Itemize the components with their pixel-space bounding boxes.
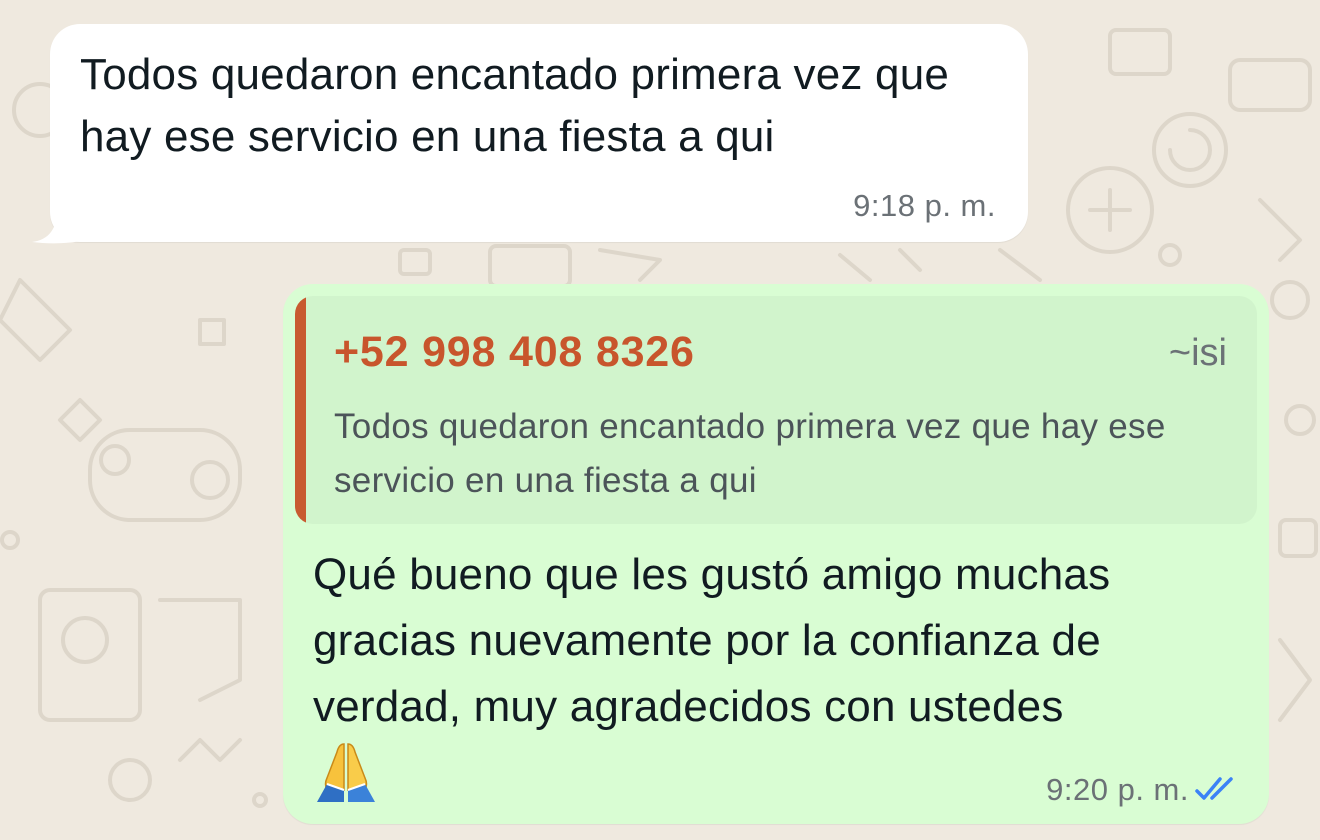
incoming-message-bubble[interactable]: Todos quedaron encantado primera vez que… xyxy=(50,24,1028,242)
incoming-message-time: 9:18 p. m. xyxy=(853,188,996,223)
quote-author-phone: +52 998 408 8326 xyxy=(334,328,695,376)
folded-hands-emoji xyxy=(317,743,375,802)
outgoing-message-time: 9:20 p. m. xyxy=(1046,772,1189,807)
double-check-read-icon xyxy=(1195,777,1233,800)
quote-author-pushname: ~isi xyxy=(1168,332,1227,374)
quote-accent-bar xyxy=(295,296,306,524)
quoted-message[interactable]: +52 998 408 8326 ~isi Todos quedaron enc… xyxy=(295,296,1257,524)
incoming-message-text: Todos quedaron encantado primera vez que… xyxy=(80,50,950,161)
outgoing-message-text: Qué bueno que les gustó amigo muchas gra… xyxy=(313,550,1111,731)
outgoing-message-bubble[interactable]: +52 998 408 8326 ~isi Todos quedaron enc… xyxy=(283,284,1269,824)
quote-text: Todos quedaron encantado primera vez que… xyxy=(334,407,1166,500)
